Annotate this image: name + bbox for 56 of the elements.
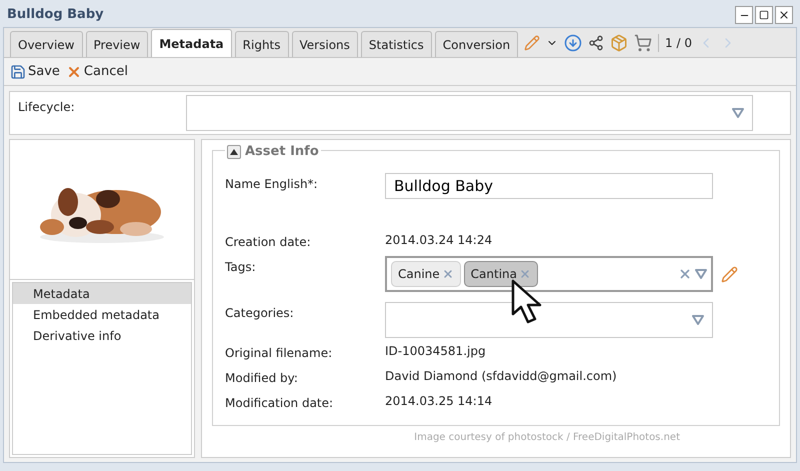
nav-item[interactable]: Embedded metadata	[13, 304, 191, 325]
lifecycle-field[interactable]	[186, 95, 753, 131]
package-icon[interactable]	[610, 34, 628, 52]
maximize-button[interactable]	[755, 6, 773, 24]
field-label: Lifecycle:	[18, 99, 76, 116]
collapse-button[interactable]	[227, 144, 241, 159]
share-icon[interactable]	[588, 35, 604, 51]
field-value: ID-10034581.jpg	[385, 343, 486, 360]
remove-icon[interactable]	[442, 268, 454, 280]
minimize-button[interactable]	[735, 6, 753, 24]
tab[interactable]: Statistics	[360, 31, 432, 57]
collapse-icon	[230, 148, 238, 155]
cart-icon[interactable]	[634, 34, 652, 52]
remove-icon[interactable]	[519, 268, 532, 280]
tags-field[interactable]: Canine Cantina	[385, 256, 713, 292]
tag-label: Canine	[398, 266, 440, 283]
tab[interactable]: Rights	[234, 31, 289, 57]
close-icon	[778, 9, 790, 21]
tab[interactable]: Conversion	[434, 31, 518, 57]
pencil-icon[interactable]	[721, 266, 738, 282]
pencil-icon[interactable]	[524, 35, 540, 51]
close-button[interactable]	[775, 6, 793, 24]
tab[interactable]: Overview	[10, 31, 82, 57]
field-label: Original filename:	[225, 345, 334, 362]
dropdown-arrow-icon[interactable]	[695, 269, 707, 279]
field-value: David Diamond (sfdavidd@gmail.com)	[385, 368, 617, 385]
field-label: Categories:	[225, 305, 295, 322]
page-counter: 1 / 0	[665, 35, 692, 52]
field-value: 2014.03.24 14:24	[385, 232, 492, 249]
download-icon[interactable]	[564, 34, 582, 52]
save-button[interactable]: Save	[10, 62, 60, 82]
name-field[interactable]: Bulldog Baby	[385, 173, 713, 199]
tag-label: Cantina	[470, 266, 518, 283]
nav-item[interactable]: Metadata	[13, 283, 191, 304]
save-icon	[10, 64, 26, 80]
dropdown-arrow-icon[interactable]	[692, 315, 704, 325]
field-value: 2014.03.25 14:14	[385, 393, 492, 410]
tab[interactable]: Versions	[292, 31, 358, 57]
image-credit: Image courtesy of photostock / FreeDigitalPhotos.net	[414, 431, 680, 445]
clear-icon[interactable]	[678, 267, 692, 281]
maximize-icon	[759, 10, 769, 20]
cancel-button[interactable]: Cancel	[66, 62, 128, 82]
field-label: Name English*:	[225, 176, 319, 193]
tag-chip[interactable]: Cantina	[464, 261, 538, 287]
field-label: Modified by:	[225, 370, 299, 387]
field-label: Tags:	[225, 259, 257, 276]
section-title: Asset Info	[245, 143, 319, 161]
categories-field[interactable]	[385, 302, 713, 338]
field-label: Creation date:	[225, 234, 312, 251]
field-label: Modification date:	[225, 395, 334, 412]
window-title: Bulldog Baby	[7, 6, 104, 24]
tag-chip[interactable]: Canine	[391, 261, 461, 287]
tab[interactable]: Metadata	[151, 29, 232, 57]
tab[interactable]: Preview	[86, 31, 148, 57]
dropdown-arrow-icon[interactable]	[732, 108, 744, 118]
nav-item[interactable]: Derivative info	[13, 325, 191, 346]
